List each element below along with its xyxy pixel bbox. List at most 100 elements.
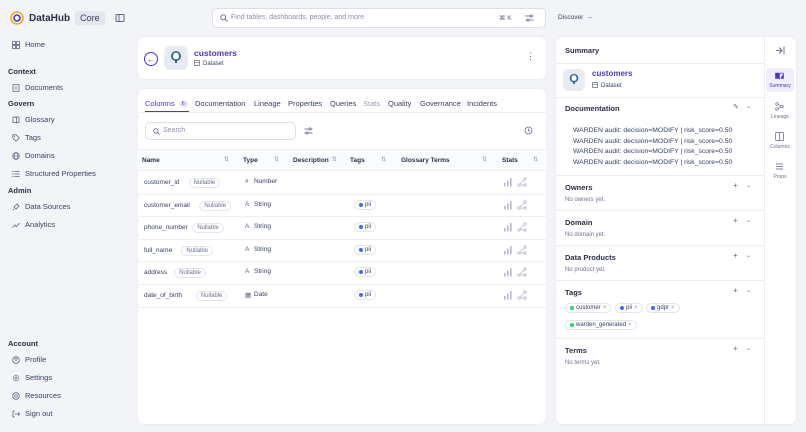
stats-chart-icon[interactable]: [503, 267, 513, 279]
columns-search-input[interactable]: Search: [145, 122, 296, 140]
lineage-icon[interactable]: [517, 245, 527, 257]
remove-tag-icon[interactable]: ×: [603, 305, 607, 311]
header-type[interactable]: Type: [243, 157, 258, 164]
rail-props-label[interactable]: Props: [765, 174, 795, 180]
chevron-down-icon[interactable]: ⌄: [746, 287, 751, 294]
properties-rail-icon[interactable]: [775, 162, 784, 171]
stats-chart-icon[interactable]: [503, 177, 513, 189]
add-domain-icon[interactable]: +: [733, 216, 738, 225]
table-row[interactable]: customer_email Nullable A String pii: [137, 195, 547, 218]
sidebar-item-sign-out[interactable]: Sign out: [12, 409, 53, 418]
collapse-sidebar-icon[interactable]: [115, 13, 125, 23]
sort-icon[interactable]: ⇅: [533, 156, 538, 163]
table-row[interactable]: phone_number Nullable A String pii: [137, 217, 547, 240]
sidebar-item-documents[interactable]: Documents: [12, 83, 63, 92]
back-arrow-icon[interactable]: ←: [144, 52, 158, 66]
stats-chart-icon[interactable]: [503, 222, 513, 234]
remove-tag-icon[interactable]: ×: [671, 305, 675, 311]
lineage-icon[interactable]: [517, 222, 527, 234]
rail-columns-label[interactable]: Columns: [765, 144, 795, 150]
tag-chip-pii[interactable]: pii: [354, 199, 377, 210]
lineage-icon[interactable]: [517, 199, 527, 212]
lineage-icon[interactable]: [517, 177, 527, 189]
filter-icon[interactable]: [304, 127, 313, 135]
chevron-down-icon[interactable]: ⌄: [746, 345, 751, 352]
header-stats[interactable]: Stats: [502, 157, 518, 164]
header-description[interactable]: Description: [293, 157, 329, 164]
tab-columns[interactable]: Columns 6: [145, 99, 188, 108]
remove-tag-icon[interactable]: ×: [634, 305, 638, 311]
table-row[interactable]: customer_id Nullable # Number: [137, 172, 547, 195]
header-name[interactable]: Name: [142, 157, 160, 164]
columns-rail-icon[interactable]: [775, 132, 784, 141]
sidebar-item-profile[interactable]: Profile: [12, 355, 46, 364]
sidebar-item-structured-properties[interactable]: Structured Properties: [12, 169, 96, 178]
lineage-rail-icon[interactable]: [775, 102, 784, 111]
summary-entity-name[interactable]: customers: [592, 69, 632, 78]
sidebar-item-home[interactable]: Home: [12, 40, 45, 49]
more-menu-icon[interactable]: ⋮: [526, 51, 535, 62]
tag-chip-pii[interactable]: pii: [354, 222, 377, 233]
tag-chip-pii[interactable]: pii: [354, 290, 377, 300]
tab-incidents[interactable]: Incidents: [467, 99, 497, 108]
sort-icon[interactable]: ⇅: [224, 156, 229, 163]
chevron-down-icon[interactable]: ⌄: [746, 182, 751, 189]
sidebar-item-settings[interactable]: Settings: [12, 373, 52, 382]
tag-chip-pii[interactable]: pii ×: [615, 303, 643, 313]
lineage-icon[interactable]: [517, 290, 527, 302]
table-row[interactable]: full_name Nullable A String pii: [137, 240, 547, 263]
sidebar-item-tags[interactable]: Tags: [12, 133, 41, 142]
rail-summary-label[interactable]: Summary: [765, 83, 795, 89]
edit-icon[interactable]: ✎: [733, 103, 739, 111]
remove-tag-icon[interactable]: ×: [628, 322, 632, 328]
add-tag-icon[interactable]: +: [733, 286, 738, 295]
sidebar-item-data-sources[interactable]: Data Sources: [12, 202, 70, 211]
tag-chip-gdpr[interactable]: gdpr ×: [646, 303, 680, 313]
chevron-down-icon[interactable]: ⌄: [746, 252, 751, 259]
table-row[interactable]: address Nullable A String pii: [137, 262, 547, 285]
column-type: String: [254, 245, 271, 253]
entity-name[interactable]: customers: [194, 48, 237, 58]
discover-link[interactable]: Discover →: [558, 14, 593, 21]
tab-documentation[interactable]: Documentation: [195, 99, 245, 108]
rail-lineage-label[interactable]: Lineage: [765, 114, 795, 120]
filter-icon[interactable]: [525, 14, 534, 22]
add-owner-icon[interactable]: +: [733, 181, 738, 190]
tab-lineage[interactable]: Lineage: [254, 99, 281, 108]
app-logo[interactable]: DataHub Core: [10, 11, 105, 25]
tag-chip-customer[interactable]: customer ×: [565, 303, 612, 313]
lineage-icon[interactable]: [517, 267, 527, 279]
tag-chip-warden-generated[interactable]: warden_generated ×: [565, 320, 637, 330]
stats-chart-icon[interactable]: [503, 290, 513, 302]
chevron-down-icon[interactable]: ⌄: [746, 217, 751, 224]
sort-icon[interactable]: ⇅: [274, 156, 279, 163]
tab-stats[interactable]: Stats: [363, 99, 380, 108]
add-term-icon[interactable]: +: [733, 344, 738, 353]
global-search[interactable]: Find tables, dashboards, people, and mor…: [212, 8, 546, 28]
chevron-down-icon[interactable]: ⌄: [746, 103, 751, 110]
sidebar-item-resources[interactable]: Resources: [12, 391, 61, 400]
sort-icon[interactable]: ⇅: [332, 156, 337, 163]
table-row[interactable]: date_of_birth Nullable ▦ Date pii: [137, 285, 547, 308]
nullable-badge: Nullable: [181, 245, 214, 256]
sidebar-item-analytics[interactable]: Analytics: [12, 220, 55, 229]
nullable-badge: Nullable: [192, 223, 224, 234]
tab-governance[interactable]: Governance: [420, 99, 461, 108]
stats-chart-icon[interactable]: [503, 200, 513, 212]
close-panel-icon[interactable]: [775, 46, 785, 55]
sort-icon[interactable]: ⇅: [381, 156, 386, 163]
sort-icon[interactable]: ⇅: [482, 156, 487, 163]
add-product-icon[interactable]: +: [733, 251, 738, 260]
tag-chip-pii[interactable]: pii: [354, 267, 377, 278]
tag-chip-pii[interactable]: pii: [354, 244, 377, 255]
header-tags[interactable]: Tags: [350, 157, 365, 164]
tab-queries[interactable]: Queries: [330, 99, 356, 108]
summary-rail-icon[interactable]: [775, 72, 784, 80]
sidebar-item-domains[interactable]: Domains: [12, 151, 55, 160]
tab-quality[interactable]: Quality: [388, 99, 411, 108]
history-icon[interactable]: [524, 126, 533, 135]
tab-properties[interactable]: Properties: [288, 99, 322, 108]
stats-chart-icon[interactable]: [503, 245, 513, 257]
header-glossary-terms[interactable]: Glossary Terms: [401, 157, 450, 164]
sidebar-item-glossary[interactable]: Glossary: [12, 115, 55, 124]
